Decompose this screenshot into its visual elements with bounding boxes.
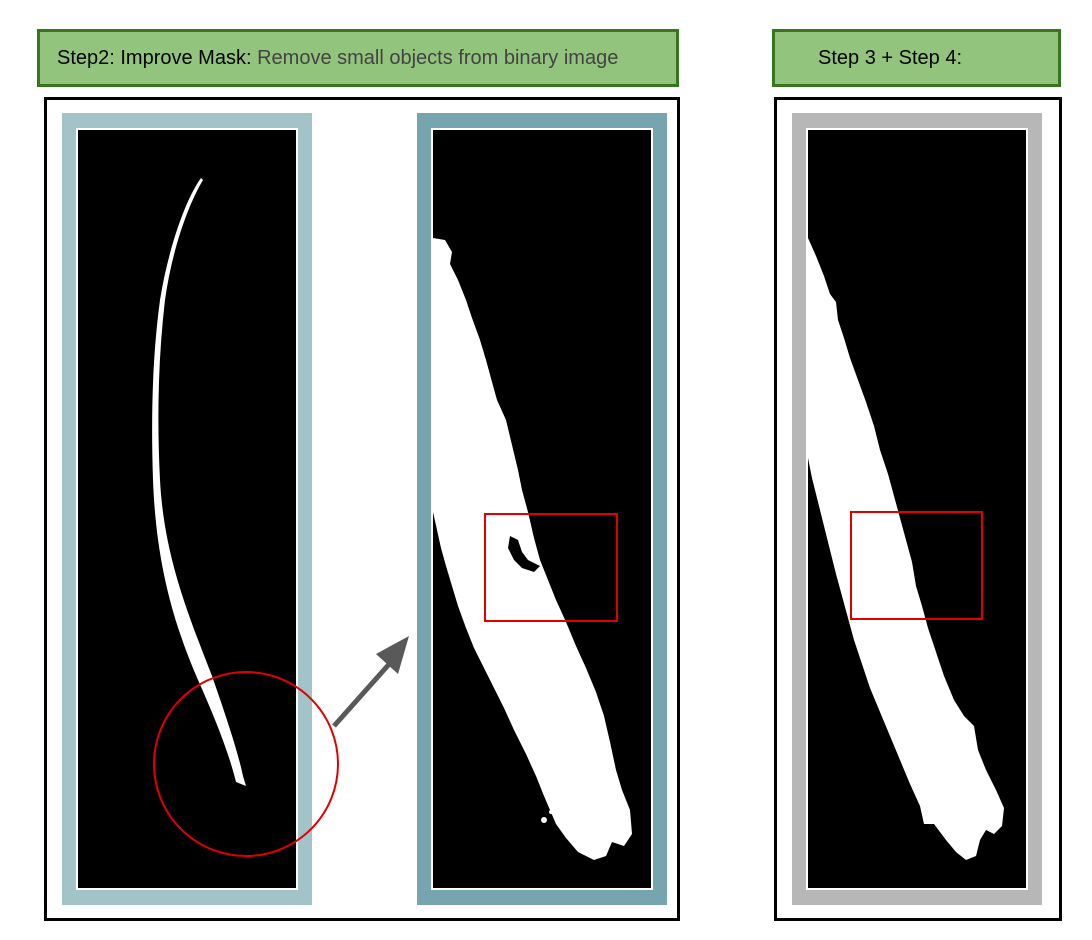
mask-background [78, 130, 296, 888]
binary-mask-image-final [792, 113, 1042, 905]
binary-mask-image-original [62, 113, 312, 905]
arrow-icon [332, 636, 409, 728]
binary-mask-image-improved [417, 113, 667, 905]
diagram-canvas [62, 113, 1042, 905]
